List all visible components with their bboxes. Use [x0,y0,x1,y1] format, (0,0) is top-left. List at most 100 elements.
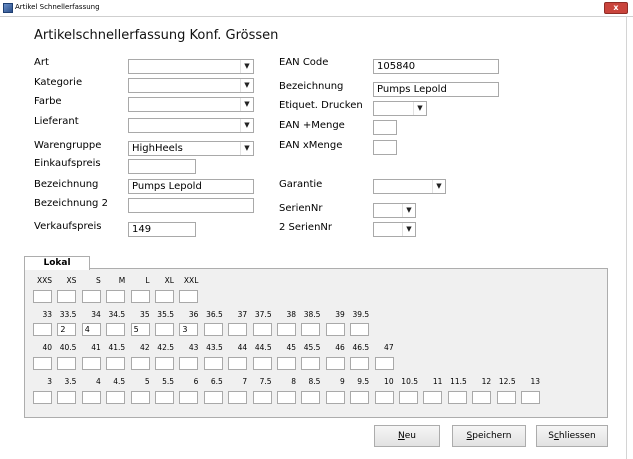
size-quantity-field[interactable] [155,323,174,336]
ean-code-field[interactable]: 105840 [373,59,499,74]
window-title: Artikel Schnellerfassung [15,3,100,11]
size-quantity-field[interactable] [277,357,296,370]
size-quantity-field[interactable] [472,391,492,404]
size-quantity-field[interactable] [447,391,467,404]
warengruppe-combo[interactable]: HighHeels ▼ [128,141,254,156]
size-quantity-field[interactable] [155,391,174,404]
size-quantity-field[interactable] [81,391,101,404]
size-quantity-field[interactable] [252,391,272,404]
size-quantity-field[interactable] [496,391,516,404]
size-quantity-field[interactable] [81,357,101,370]
size-quantity-field[interactable]: 5 [130,323,150,336]
size-quantity-field[interactable] [155,290,174,303]
size-quantity-field[interactable] [203,357,223,370]
size-label: S [96,276,101,285]
seriennr2-combo[interactable]: ▼ [373,222,416,237]
size-quantity-field[interactable] [325,357,345,370]
size-label: 44.5 [254,343,272,352]
size-label: L [145,276,150,285]
title-bar: Artikel Schnellerfassung x [0,0,633,17]
ean-x-menge-field[interactable] [373,140,397,155]
size-quantity-field[interactable] [179,391,199,404]
size-quantity-field[interactable] [252,357,272,370]
size-quantity-field[interactable] [33,391,52,404]
bezeichnung2-field[interactable] [128,198,254,213]
size-quantity-field[interactable] [325,323,345,336]
size-quantity-field[interactable] [106,391,126,404]
close-button[interactable]: x [604,2,628,14]
size-label: 40 [42,343,52,352]
chevron-down-icon[interactable]: ▼ [240,142,253,155]
size-quantity-field[interactable] [350,391,370,404]
chevron-down-icon[interactable]: ▼ [240,98,253,111]
size-quantity-field[interactable] [106,357,126,370]
size-quantity-field[interactable] [179,357,199,370]
size-quantity-field[interactable] [423,391,443,404]
einkaufspreis-field[interactable] [128,159,196,174]
size-quantity-field[interactable] [228,323,248,336]
size-quantity-field[interactable] [203,323,223,336]
size-quantity-field[interactable] [301,391,321,404]
size-quantity-field[interactable]: 3 [179,323,199,336]
size-label: 37 [237,310,248,319]
art-combo[interactable]: ▼ [128,59,254,74]
lieferant-combo[interactable]: ▼ [128,118,254,133]
chevron-down-icon[interactable]: ▼ [402,204,415,217]
bezeichnung-field[interactable]: Pumps Lepold [128,179,254,194]
chevron-down-icon[interactable]: ▼ [413,102,426,115]
etiquet-combo[interactable]: ▼ [373,101,427,116]
size-quantity-field[interactable] [33,290,52,303]
size-quantity-field[interactable] [155,357,174,370]
size-quantity-field[interactable]: 2 [57,323,77,336]
size-quantity-field[interactable] [106,290,126,303]
size-quantity-field[interactable] [203,391,223,404]
neu-button[interactable]: Neu [374,425,440,447]
chevron-down-icon[interactable]: ▼ [240,79,253,92]
size-quantity-field[interactable] [57,290,77,303]
ean-plus-menge-field[interactable] [373,120,397,135]
size-quantity-field[interactable] [33,357,52,370]
size-quantity-field[interactable] [374,357,394,370]
size-label: 47 [384,343,394,352]
size-quantity-field[interactable] [350,357,370,370]
size-quantity-field[interactable] [252,323,272,336]
size-quantity-field[interactable] [350,323,370,336]
size-quantity-field[interactable] [399,391,418,404]
size-quantity-field[interactable] [374,391,394,404]
schliessen-button[interactable]: Schliessen [536,425,608,447]
size-quantity-field[interactable] [228,357,248,370]
ean-x-menge-label: EAN xMenge [279,140,343,151]
size-quantity-field[interactable] [325,391,345,404]
chevron-down-icon[interactable]: ▼ [432,180,445,193]
size-quantity-field[interactable] [33,323,52,336]
size-quantity-field[interactable] [130,290,150,303]
kategorie-combo[interactable]: ▼ [128,78,254,93]
right-bezeichnung-field[interactable]: Pumps Lepold [373,82,499,97]
chevron-down-icon[interactable]: ▼ [240,119,253,132]
tab-lokal[interactable]: Lokal [24,256,90,270]
size-quantity-field[interactable]: 4 [81,323,101,336]
size-quantity-field[interactable] [277,391,296,404]
size-quantity-field[interactable] [130,357,150,370]
size-quantity-field[interactable] [301,323,321,336]
size-quantity-field[interactable] [106,323,126,336]
size-quantity-field[interactable] [228,391,248,404]
size-label: 33.5 [59,310,77,319]
chevron-down-icon[interactable]: ▼ [240,60,253,73]
garantie-combo[interactable]: ▼ [373,179,446,194]
right-bezeichnung-label: Bezeichnung [279,81,344,92]
size-quantity-field[interactable] [179,290,199,303]
seriennr-combo[interactable]: ▼ [373,203,416,218]
size-quantity-field[interactable] [57,357,77,370]
size-quantity-field[interactable] [81,290,101,303]
farbe-combo[interactable]: ▼ [128,97,254,112]
size-quantity-field[interactable] [521,391,540,404]
size-label: 8 [291,377,296,386]
size-quantity-field[interactable] [277,323,296,336]
speichern-button[interactable]: Speichern [452,425,526,447]
size-quantity-field[interactable] [301,357,321,370]
size-quantity-field[interactable] [57,391,77,404]
size-quantity-field[interactable] [130,391,150,404]
chevron-down-icon[interactable]: ▼ [402,223,415,236]
verkaufspreis-field[interactable]: 149 [128,222,196,237]
